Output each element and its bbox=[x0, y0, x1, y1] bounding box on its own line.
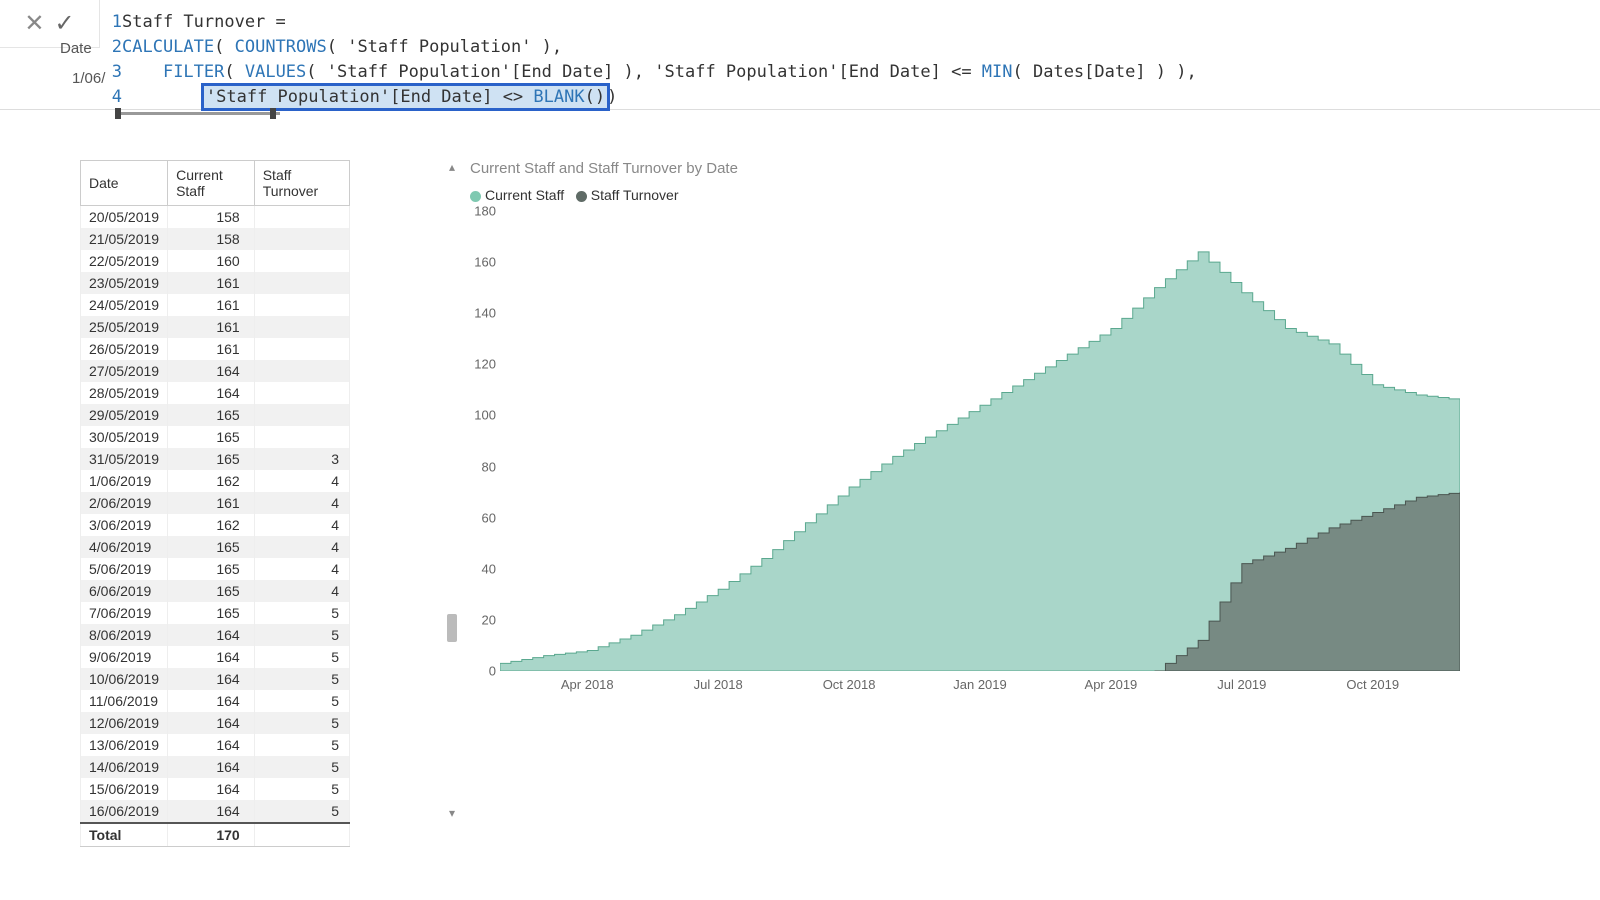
slicer-handle-right[interactable] bbox=[270, 108, 276, 119]
table-row[interactable]: 2/06/20191614 bbox=[81, 492, 350, 514]
formula-bar[interactable]: ✕ ✓ Date 1/06/ 1 2 3 4 Staff Turnover = … bbox=[0, 0, 1600, 110]
table-row[interactable]: 27/05/2019164 bbox=[81, 360, 350, 382]
table-row[interactable]: 6/06/20191654 bbox=[81, 580, 350, 602]
table-row[interactable]: 4/06/20191654 bbox=[81, 536, 350, 558]
background-date-value: 1/06/ bbox=[72, 70, 105, 87]
table-row[interactable]: 24/05/2019161 bbox=[81, 294, 350, 316]
table-row[interactable]: 22/05/2019160 bbox=[81, 250, 350, 272]
x-axis: Apr 2018Jul 2018Oct 2018Jan 2019Apr 2019… bbox=[500, 677, 1460, 697]
cancel-icon[interactable]: ✕ bbox=[24, 9, 44, 38]
table-row[interactable]: 14/06/20191645 bbox=[81, 756, 350, 778]
col-header-staff-turnover[interactable]: Staff Turnover bbox=[254, 161, 349, 206]
table-row[interactable]: 8/06/20191645 bbox=[81, 624, 350, 646]
table-row[interactable]: 20/05/2019158 bbox=[81, 206, 350, 229]
legend-marker-current-staff bbox=[470, 191, 481, 202]
selected-expression[interactable]: 'Staff Population'[End Date] <> BLANK() bbox=[204, 86, 607, 108]
table-row[interactable]: 3/06/20191624 bbox=[81, 514, 350, 536]
table-row[interactable]: 26/05/2019161 bbox=[81, 338, 350, 360]
legend-marker-staff-turnover bbox=[576, 191, 587, 202]
table-row[interactable]: 12/06/20191645 bbox=[81, 712, 350, 734]
table-row[interactable]: 15/06/20191645 bbox=[81, 778, 350, 800]
table-row[interactable]: 21/05/2019158 bbox=[81, 228, 350, 250]
table-row[interactable]: 16/06/20191645 bbox=[81, 800, 350, 823]
date-slicer-track[interactable] bbox=[115, 112, 280, 115]
table-row[interactable]: 28/05/2019164 bbox=[81, 382, 350, 404]
y-axis: 020406080100120140160180 bbox=[468, 211, 498, 671]
data-table-visual[interactable]: Date Current Staff Staff Turnover 20/05/… bbox=[80, 160, 440, 900]
table-row[interactable]: 23/05/2019161 bbox=[81, 272, 350, 294]
table-row[interactable]: 11/06/20191645 bbox=[81, 690, 350, 712]
slicer-handle-left[interactable] bbox=[115, 108, 121, 119]
background-header-label: Date bbox=[60, 40, 92, 57]
table-row[interactable]: 9/06/20191645 bbox=[81, 646, 350, 668]
table-row[interactable]: 31/05/20191653 bbox=[81, 448, 350, 470]
chart-legend: Current Staff Staff Turnover bbox=[470, 187, 1560, 203]
table-row[interactable]: 13/06/20191645 bbox=[81, 734, 350, 756]
table-row[interactable]: 7/06/20191655 bbox=[81, 602, 350, 624]
dax-editor[interactable]: Staff Turnover = CALCULATE( COUNTROWS( '… bbox=[122, 0, 1600, 109]
total-row: Total 170 bbox=[81, 823, 350, 847]
data-table: Date Current Staff Staff Turnover 20/05/… bbox=[80, 160, 350, 847]
table-row[interactable]: 29/05/2019165 bbox=[81, 404, 350, 426]
chart-title: Current Staff and Staff Turnover by Date bbox=[470, 160, 1560, 177]
table-row[interactable]: 30/05/2019165 bbox=[81, 426, 350, 448]
chart-visual[interactable]: Current Staff and Staff Turnover by Date… bbox=[440, 160, 1600, 900]
table-row[interactable]: 10/06/20191645 bbox=[81, 668, 350, 690]
commit-icon[interactable]: ✓ bbox=[55, 9, 75, 38]
col-header-current-staff[interactable]: Current Staff bbox=[168, 161, 255, 206]
table-row[interactable]: 25/05/2019161 bbox=[81, 316, 350, 338]
table-row[interactable]: 5/06/20191654 bbox=[81, 558, 350, 580]
col-header-date[interactable]: Date bbox=[81, 161, 168, 206]
line-gutter: 1 2 3 4 bbox=[100, 0, 122, 109]
area-chart bbox=[500, 211, 1460, 671]
table-row[interactable]: 1/06/20191624 bbox=[81, 470, 350, 492]
